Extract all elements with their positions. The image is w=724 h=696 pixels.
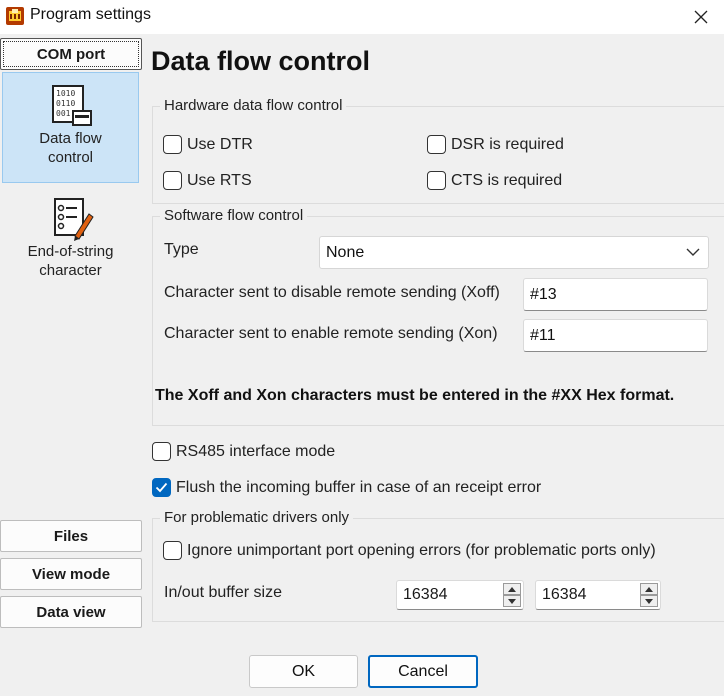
cts-required-checkbox[interactable]: CTS is required [427, 171, 562, 190]
ignore-errors-label: Ignore unimportant port opening errors (… [187, 541, 656, 559]
chevron-down-icon [686, 248, 700, 256]
checklist-pen-icon [53, 198, 94, 241]
close-icon [694, 10, 708, 24]
xoff-input[interactable]: #13 [523, 278, 708, 311]
app-icon [6, 7, 24, 25]
checkbox-box[interactable] [163, 135, 182, 154]
flush-buffer-label: Flush the incoming buffer in case of an … [176, 478, 542, 496]
dsr-required-label: DSR is required [451, 135, 564, 153]
nav-view-mode-label: View mode [31, 565, 111, 583]
spin-up-button[interactable] [640, 583, 658, 595]
type-label: Type [164, 241, 199, 258]
arrow-up-icon [645, 586, 653, 592]
cancel-label: Cancel [398, 662, 448, 680]
use-dtr-checkbox[interactable]: Use DTR [163, 135, 253, 154]
rs485-checkbox[interactable]: RS485 interface mode [152, 442, 335, 461]
svg-text:0110: 0110 [56, 99, 75, 108]
rs485-label: RS485 interface mode [176, 442, 336, 460]
hardware-flow-legend: Hardware data flow control [160, 97, 347, 114]
ok-button[interactable]: OK [249, 655, 358, 688]
spin-down-button[interactable] [503, 595, 521, 607]
checkbox-box[interactable] [152, 442, 171, 461]
button-bar [0, 640, 724, 696]
title-bar: Program settings [0, 0, 724, 34]
xoff-label: Character sent to disable remote sending… [164, 284, 500, 301]
nav-item-label-line2: character [39, 262, 102, 279]
nav-files-button[interactable]: Files [0, 520, 142, 552]
nav-com-port-label: COM port [36, 45, 106, 63]
buffer-out-spinner[interactable]: 16384 [535, 580, 661, 610]
checkbox-box-checked[interactable] [152, 478, 171, 497]
buffer-size-label: In/out buffer size [164, 584, 282, 601]
use-rts-checkbox[interactable]: Use RTS [163, 171, 252, 190]
xon-input[interactable]: #11 [523, 319, 708, 352]
buffer-out-value: 16384 [542, 586, 587, 603]
cts-required-label: CTS is required [451, 171, 563, 189]
xoff-value: #13 [530, 286, 557, 303]
nav-data-view-button[interactable]: Data view [0, 596, 142, 628]
xon-label: Character sent to enable remote sending … [164, 325, 498, 342]
hex-format-note: The Xoff and Xon characters must be ente… [155, 387, 675, 404]
dsr-required-checkbox[interactable]: DSR is required [427, 135, 564, 154]
ok-label: OK [291, 662, 316, 680]
nav-item-label-line1: End-of-string [27, 243, 114, 260]
window-title: Program settings [30, 6, 151, 23]
nav-item-data-flow-control[interactable]: 1010 0110 001 Data flow control [2, 72, 139, 183]
use-dtr-label: Use DTR [187, 135, 253, 153]
close-button[interactable] [678, 0, 724, 34]
spin-down-button[interactable] [640, 595, 658, 607]
use-rts-label: Use RTS [187, 171, 252, 189]
nav-item-label-line2: control [47, 149, 94, 166]
svg-text:001: 001 [56, 109, 71, 118]
nav-data-view-label: Data view [36, 603, 106, 621]
spin-up-button[interactable] [503, 583, 521, 595]
nav-item-label-line1: Data flow [39, 130, 102, 147]
problematic-drivers-legend: For problematic drivers only [160, 509, 354, 526]
ignore-errors-checkbox[interactable]: Ignore unimportant port opening errors (… [163, 541, 656, 560]
arrow-down-icon [508, 598, 516, 604]
svg-text:1010: 1010 [56, 89, 75, 98]
software-flow-legend: Software flow control [160, 207, 308, 224]
checkbox-box[interactable] [163, 171, 182, 190]
nav-item-end-of-string-character[interactable]: End-of-string character [2, 196, 139, 291]
arrow-down-icon [645, 598, 653, 604]
checkbox-box[interactable] [163, 541, 182, 560]
xon-value: #11 [530, 327, 556, 344]
nav-view-mode-button[interactable]: View mode [0, 558, 142, 590]
flush-buffer-checkbox[interactable]: Flush the incoming buffer in case of an … [152, 478, 541, 497]
flow-type-select[interactable]: None [319, 236, 709, 269]
buffer-in-value: 16384 [403, 586, 448, 603]
checkbox-box[interactable] [427, 171, 446, 190]
flow-type-value: None [326, 244, 365, 261]
checkbox-box[interactable] [427, 135, 446, 154]
page-title: Data flow control [151, 46, 371, 76]
nav-com-port-button[interactable]: COM port [0, 38, 142, 70]
checkmark-icon [155, 482, 168, 493]
cancel-button[interactable]: Cancel [368, 655, 478, 688]
arrow-up-icon [508, 586, 516, 592]
nav-files-label: Files [53, 527, 89, 545]
buffer-in-spinner[interactable]: 16384 [396, 580, 524, 610]
binary-screen-icon: 1010 0110 001 [51, 85, 92, 126]
